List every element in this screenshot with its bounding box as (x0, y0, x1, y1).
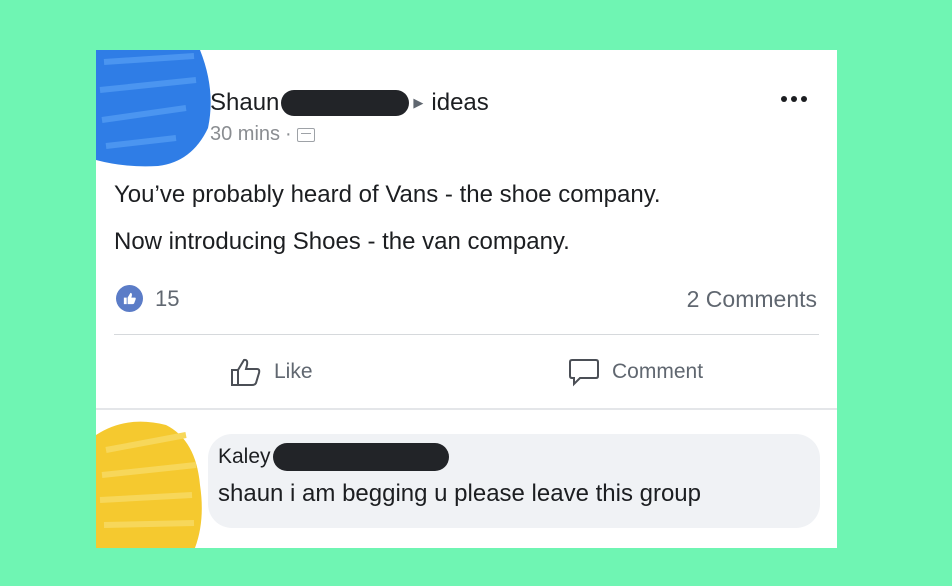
arrow-right-icon: ▶ (413, 95, 424, 110)
post-meta: 30 mins · (210, 123, 315, 146)
comment-count-link[interactable]: 2 Comments (687, 286, 817, 313)
comment-bubble: Kaley shaun i am begging u please leave … (208, 434, 820, 528)
facebook-post-card: Shaun ▶ ideas 30 mins · You’ve probably … (96, 50, 837, 548)
reaction-summary[interactable]: 15 (116, 285, 179, 312)
meta-separator: · (285, 123, 292, 145)
group-privacy-icon (296, 127, 315, 142)
divider (114, 334, 819, 335)
more-options-icon[interactable] (781, 96, 807, 102)
speech-bubble-icon (569, 359, 599, 387)
post-text-line: Now introducing Shoes - the van company. (114, 228, 570, 255)
redaction-bar (281, 90, 410, 116)
commenter-avatar-scribble[interactable] (96, 395, 214, 548)
redaction-bar (272, 443, 449, 471)
comment-button[interactable]: Comment (568, 357, 703, 387)
post-body: You’ve probably heard of Vans - the shoe… (114, 178, 661, 272)
group-name[interactable]: ideas (431, 89, 488, 117)
like-button[interactable]: Like (230, 357, 313, 387)
thumbs-up-outline-icon (231, 358, 261, 386)
post-timestamp[interactable]: 30 mins (210, 123, 280, 146)
like-count: 15 (155, 285, 180, 311)
commenter-name[interactable]: Kaley (218, 445, 271, 469)
author-name[interactable]: Shaun (210, 89, 279, 117)
author-avatar-scribble[interactable] (96, 50, 218, 168)
comment-button-label: Comment (612, 360, 704, 383)
like-button-label: Like (274, 360, 313, 383)
comment-text: shaun i am begging u please leave this g… (218, 480, 701, 507)
commenter-row: Kaley (218, 442, 820, 472)
thumbs-up-icon (116, 285, 143, 312)
post-header: Shaun ▶ ideas (210, 88, 489, 118)
post-text-line: You’ve probably heard of Vans - the shoe… (114, 181, 661, 208)
